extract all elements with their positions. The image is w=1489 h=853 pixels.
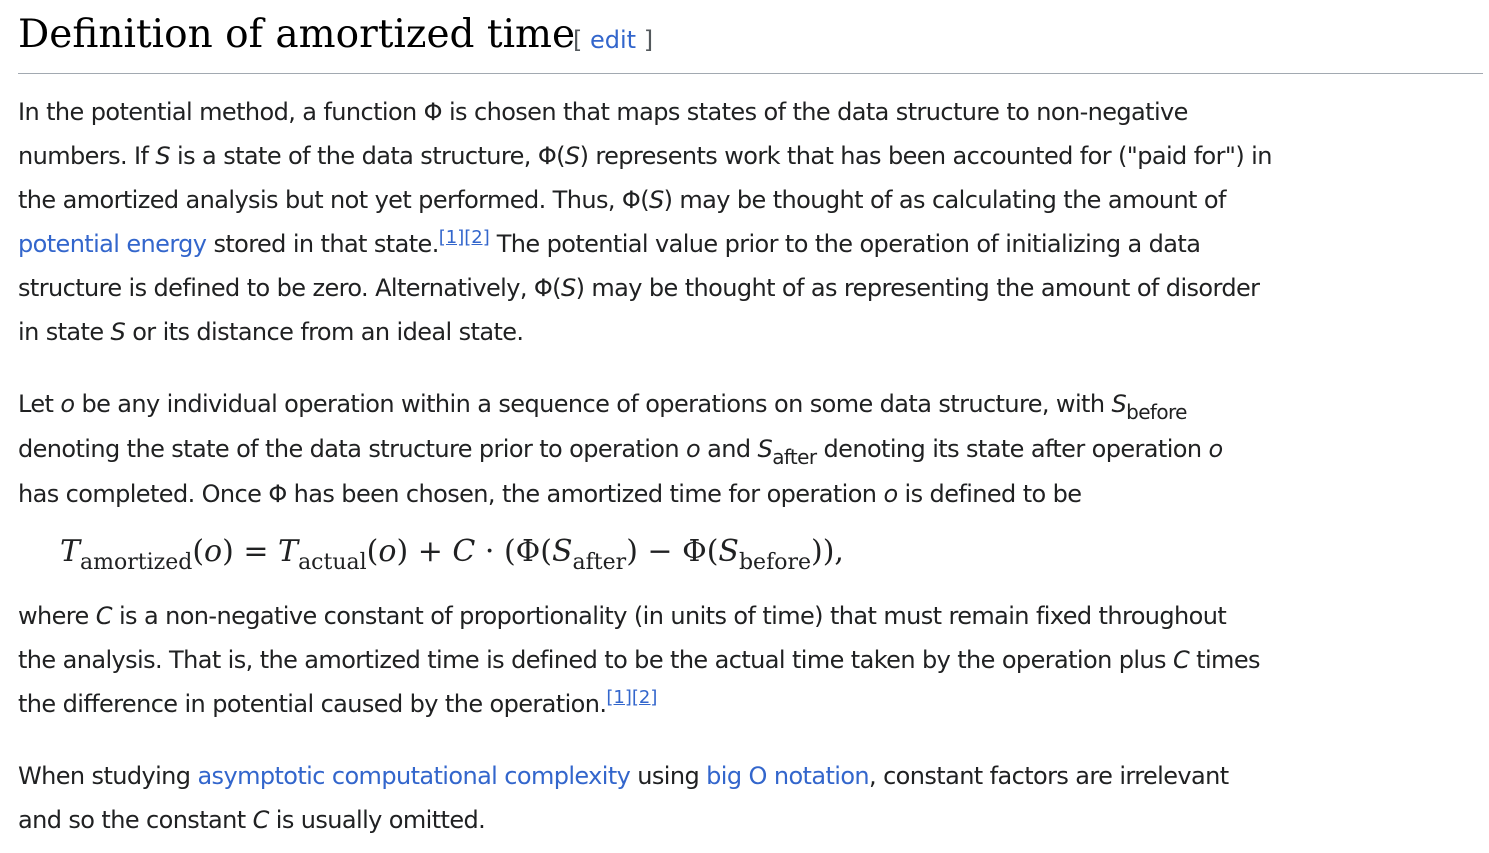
text: is defined to be [897, 480, 1083, 508]
text: be any individual operation within a seq… [74, 390, 1112, 418]
text: or its distance from an ideal state. [125, 318, 524, 346]
plus-sign: + [408, 534, 453, 569]
subscript-after: after [572, 550, 627, 575]
section-heading: Definition of amortized time [ edit ] [18, 0, 1483, 74]
text: ) represents work that has been accounte… [579, 142, 1273, 170]
paren: ( [192, 534, 205, 569]
math-o: o [60, 390, 75, 418]
paren: ) [222, 534, 234, 569]
section-title: Definition of amortized time [18, 12, 576, 57]
citation-1[interactable]: [1] [606, 687, 632, 708]
math-c: C [1172, 646, 1190, 674]
text: in state [18, 318, 111, 346]
text: the analysis. That is, the amortized tim… [18, 646, 1173, 674]
math-c: C [252, 806, 270, 834]
edit-bracket-close: ] [643, 26, 654, 54]
text: When studying [18, 762, 198, 790]
math-s: S [551, 534, 573, 569]
link-big-o-notation[interactable]: big O notation [706, 762, 869, 790]
formula-end: )), [811, 534, 844, 569]
math-s: S [1111, 390, 1127, 418]
text: ) may be thought of as calculating the a… [663, 186, 1227, 214]
text: In the potential method, a function Φ is… [18, 98, 1188, 126]
text: is a state of the data structure, Φ( [170, 142, 565, 170]
text: and so the constant [18, 806, 253, 834]
text: has completed. Once Φ has been chosen, t… [18, 480, 884, 508]
math-s: S [564, 142, 580, 170]
math-s: S [560, 274, 576, 302]
paragraph-constant-explanation: where C is a non-negative constant of pr… [18, 594, 1261, 726]
paren: ( [366, 534, 379, 569]
math-o: o [1208, 435, 1224, 463]
text: The potential value prior to the operati… [489, 230, 1201, 258]
formula-operator: · (Φ( [475, 534, 552, 569]
math-o: o [883, 480, 898, 508]
edit-section: [ edit ] [573, 26, 653, 54]
subscript-before: before [1126, 400, 1187, 424]
equals-sign: = [233, 534, 279, 569]
text: where [18, 602, 96, 630]
link-asymptotic-complexity[interactable]: asymptotic computational complexity [197, 762, 630, 790]
subscript-amortized: amortized [80, 550, 193, 575]
text: times [1189, 646, 1260, 674]
paragraph-potential-method: In the potential method, a function Φ is… [18, 90, 1272, 354]
edit-bracket-open: [ [573, 26, 583, 54]
math-t: T [60, 534, 81, 569]
text: is a non-negative constant of proportion… [111, 602, 1227, 630]
text: stored in that state. [206, 230, 439, 258]
math-s: S [110, 318, 126, 346]
paragraph-big-o: When studying asymptotic computational c… [18, 754, 1229, 842]
text: numbers. If [18, 142, 156, 170]
subscript-before: before [738, 550, 811, 575]
edit-link[interactable]: edit [590, 26, 636, 54]
text: structure is defined to be zero. Alterna… [18, 274, 562, 302]
math-t: T [278, 534, 299, 569]
citation-2[interactable]: [2] [464, 227, 490, 248]
text: ) may be thought of as representing the … [575, 274, 1260, 302]
link-potential-energy[interactable]: potential energy [18, 230, 207, 258]
text: using [630, 762, 707, 790]
math-s: S [648, 186, 664, 214]
math-c: C [95, 602, 113, 630]
subscript-after: after [772, 445, 817, 469]
text: the amortized analysis but not yet perfo… [18, 186, 650, 214]
math-o: o [204, 534, 223, 569]
paragraph-operation-definition: Let o be any individual operation within… [18, 382, 1223, 516]
text: and [700, 435, 758, 463]
amortized-time-formula: Tamortized(o) = Tactual(o) + C · (Φ(Saft… [60, 534, 844, 575]
text: the difference in potential caused by th… [18, 690, 607, 718]
text: , constant factors are irrelevant [869, 762, 1229, 790]
math-o: o [378, 534, 397, 569]
subscript-actual: actual [298, 550, 367, 575]
citation-2[interactable]: [2] [632, 687, 658, 708]
text: is usually omitted. [268, 806, 486, 834]
math-s: S [718, 534, 739, 569]
math-o: o [686, 435, 701, 463]
math-s: S [757, 435, 773, 463]
math-s: S [155, 142, 171, 170]
citation-1[interactable]: [1] [439, 227, 465, 248]
paren: ) [396, 534, 409, 569]
text: Let [18, 390, 61, 418]
article-section: Definition of amortized time [ edit ] In… [18, 0, 1483, 834]
formula-operator: ) − Φ( [626, 534, 719, 569]
text: denoting the state of the data structure… [18, 435, 687, 463]
math-c: C [452, 534, 476, 569]
text: denoting its state after operation [816, 435, 1209, 463]
